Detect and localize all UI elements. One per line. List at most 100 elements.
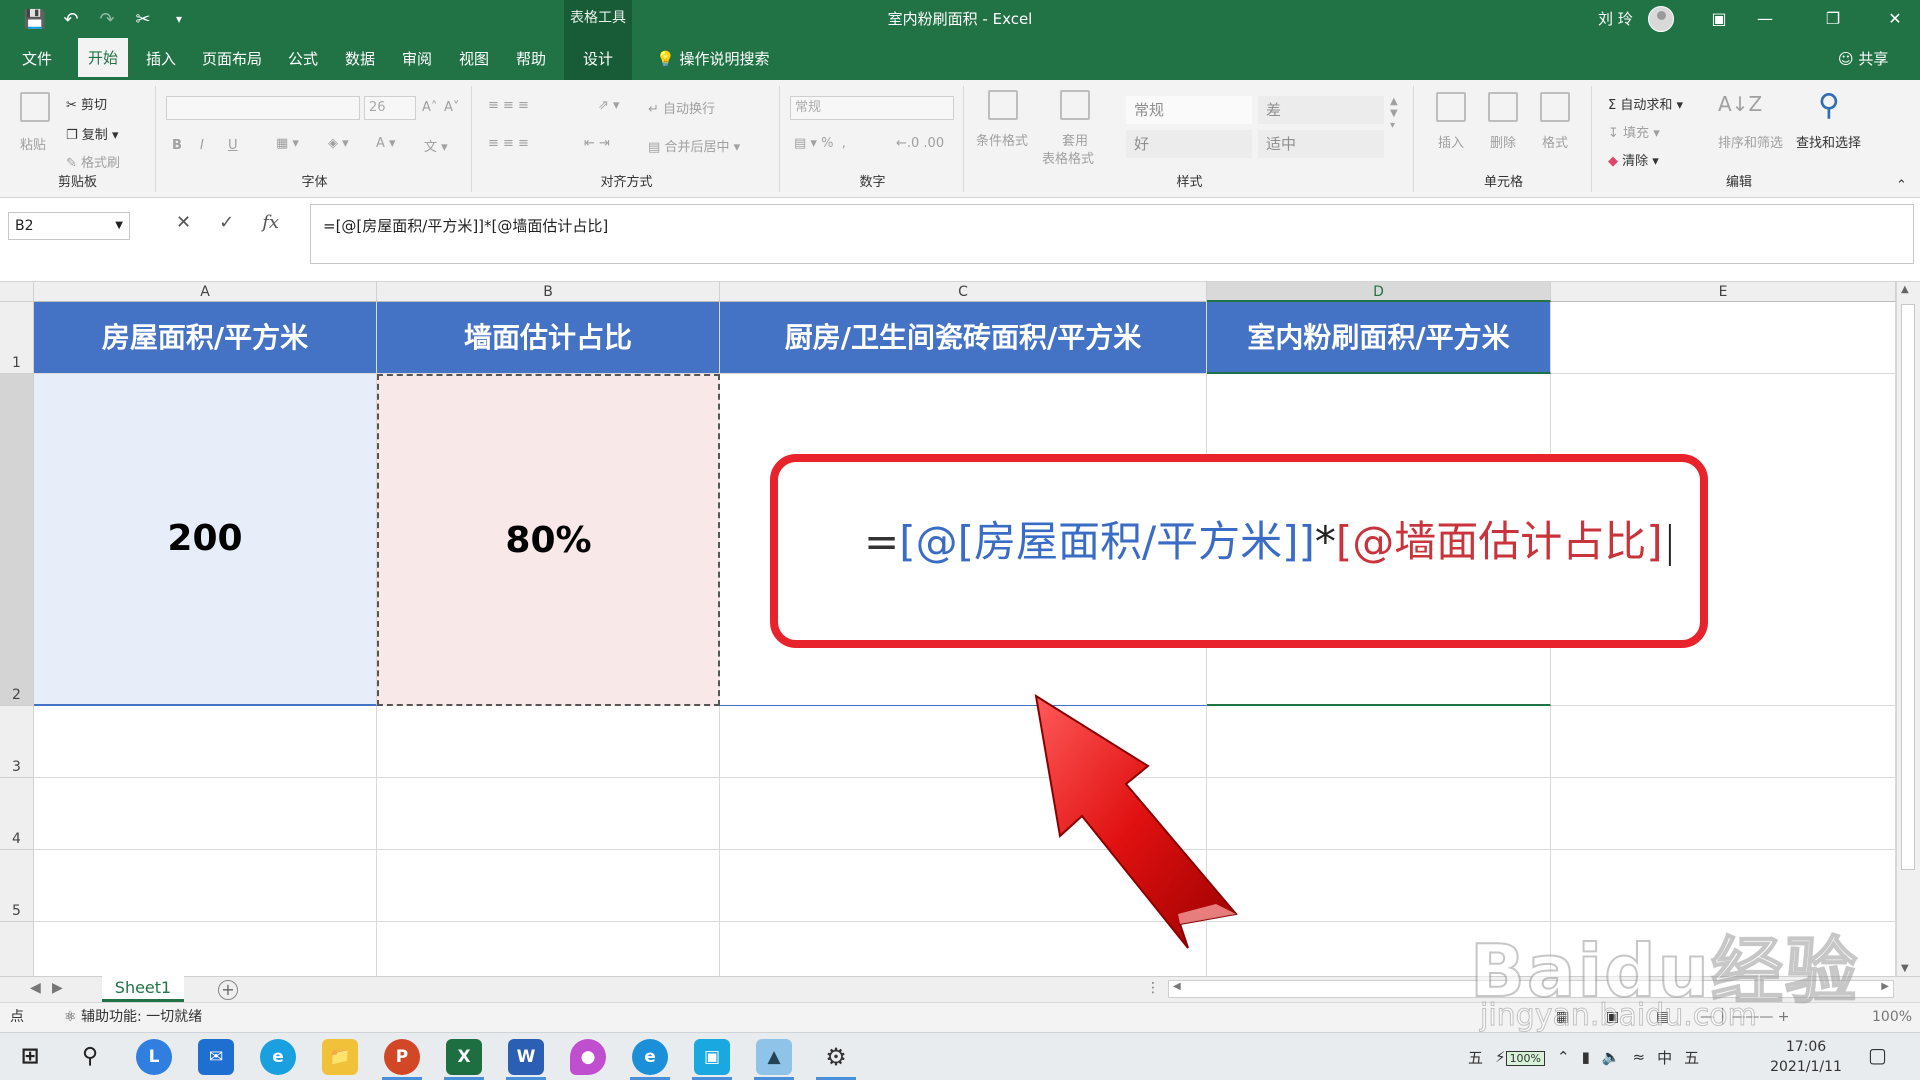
tab-home[interactable]: 开始 (78, 38, 129, 80)
sheet-prev-icon[interactable]: ◀ (30, 980, 41, 996)
style-neutral[interactable]: 适中 (1258, 130, 1384, 158)
font-size-select[interactable]: 26 (364, 96, 416, 120)
paste-button[interactable]: 粘贴 (20, 134, 46, 153)
scroll-thumb[interactable] (1901, 304, 1915, 870)
screenshot-tool-icon[interactable]: ▣ (694, 1039, 730, 1075)
tab-design[interactable]: 设计 (564, 38, 632, 80)
tab-page-layout[interactable]: 页面布局 (192, 38, 272, 80)
cell-b6[interactable] (377, 922, 720, 976)
autosum-button[interactable]: Σ 自动求和 ▾ (1608, 94, 1683, 113)
cell-b2[interactable]: 80% (377, 374, 720, 706)
increase-font-icon[interactable]: A˄ (422, 100, 437, 115)
ime-indicator[interactable]: 五 (1468, 1047, 1483, 1068)
column-header-e[interactable]: E (1551, 282, 1896, 302)
undo-icon[interactable]: ↶ (58, 9, 84, 30)
scroll-up-icon[interactable]: ▲ (1901, 284, 1909, 295)
cell-e1[interactable] (1551, 302, 1896, 374)
table-format-button-1[interactable]: 套用 (1062, 130, 1088, 149)
collapse-ribbon-icon[interactable]: ⌃ (1896, 178, 1907, 193)
cell-a5[interactable] (34, 850, 377, 922)
volume-icon[interactable]: 🔈 (1602, 1048, 1621, 1066)
orientation-icon[interactable]: ⇗ ▾ (598, 98, 620, 113)
search-icon[interactable]: ⚲ (72, 1039, 108, 1075)
italic-button[interactable]: I (200, 138, 204, 153)
cell-e6[interactable] (1551, 922, 1896, 976)
settings-gear-icon[interactable]: ⚙ (818, 1039, 854, 1075)
scroll-down-icon[interactable]: ▼ (1901, 963, 1909, 974)
zoom-slider[interactable]: — │ ——— + (1700, 1003, 1790, 1031)
formula-input[interactable]: =[@[房屋面积/平方米]]*[@墙面估计占比] (310, 204, 1914, 264)
delete-cells-button[interactable]: 删除 (1490, 132, 1516, 151)
cell-a6[interactable] (34, 922, 377, 976)
word-icon[interactable]: W (508, 1039, 544, 1075)
cell-e3[interactable] (1551, 706, 1896, 778)
cell-a3[interactable] (34, 706, 377, 778)
phonetic-icon[interactable]: 文 ▾ (424, 136, 448, 155)
cell-b5[interactable] (377, 850, 720, 922)
find-select-button[interactable]: 查找和选择 (1796, 132, 1861, 151)
insert-function-icon[interactable]: fx (262, 212, 279, 240)
cell-a4[interactable] (34, 778, 377, 850)
table-header-paint-area[interactable]: 室内粉刷面积/平方米 (1207, 302, 1551, 374)
cell-e5[interactable] (1551, 850, 1896, 922)
sheet-next-icon[interactable]: ▶ (52, 980, 63, 996)
merge-center-button[interactable]: ▤ 合并后居中 ▾ (648, 136, 740, 155)
number-format-select[interactable]: 常规 (790, 96, 954, 120)
tab-review[interactable]: 审阅 (392, 38, 442, 80)
font-name-select[interactable] (166, 96, 360, 120)
ribbon-display-icon[interactable]: ▣ (1696, 0, 1742, 38)
row-header-1[interactable]: 1 (0, 302, 34, 374)
tab-formulas[interactable]: 公式 (278, 38, 328, 80)
table-header-wall-ratio[interactable]: 墙面估计占比 (377, 302, 720, 374)
notification-icon[interactable]: ▢ (1868, 1043, 1887, 1067)
redo-icon[interactable]: ↷ (94, 9, 120, 30)
cell-e4[interactable] (1551, 778, 1896, 850)
vertical-scrollbar[interactable]: ▲ ▼ (1896, 282, 1920, 976)
minimize-icon[interactable]: — (1742, 0, 1788, 38)
network-icon[interactable]: ≈ (1633, 1048, 1646, 1066)
row-header-3[interactable]: 3 (0, 706, 34, 778)
tab-data[interactable]: 数据 (335, 38, 385, 80)
row-header-4[interactable]: 4 (0, 778, 34, 850)
sort-filter-button[interactable]: 排序和筛选 (1718, 132, 1783, 151)
conditional-format-button[interactable]: 条件格式 (976, 130, 1028, 149)
format-cells-button[interactable]: 格式 (1542, 132, 1568, 151)
tell-me-search[interactable]: 💡 操作说明搜索 (656, 38, 769, 80)
tab-file[interactable]: 文件 (12, 38, 62, 80)
cut-button[interactable]: ✂ 剪切 (66, 94, 107, 113)
column-header-a[interactable]: A (34, 282, 377, 302)
battery-status-icon[interactable]: ▮ (1582, 1048, 1590, 1066)
user-name[interactable]: 刘 玲 (1598, 0, 1633, 38)
clock[interactable]: 17:06 2021/1/11 (1766, 1037, 1846, 1077)
maximize-icon[interactable]: ❐ (1810, 0, 1856, 38)
cell-b3[interactable] (377, 706, 720, 778)
powerpoint-icon[interactable]: P (384, 1039, 420, 1075)
column-header-d[interactable]: D (1207, 282, 1551, 302)
decimal-icon[interactable]: ←.0 .00 (896, 136, 944, 151)
row-header-6[interactable] (0, 922, 34, 976)
select-all-corner[interactable] (0, 282, 34, 302)
ie-browser-icon[interactable]: e (260, 1039, 296, 1075)
tab-view[interactable]: 视图 (449, 38, 499, 80)
accessibility-status[interactable]: ⚛ 辅助功能: 一切就绪 (64, 1003, 202, 1031)
windows-start-icon[interactable]: ⊞ (12, 1039, 48, 1075)
language-indicator[interactable]: 中 (1657, 1047, 1672, 1068)
cell-a2[interactable]: 200 (34, 374, 377, 706)
wrap-text-button[interactable]: ↵ 自动换行 (648, 98, 715, 117)
style-normal[interactable]: 常规 (1126, 96, 1252, 124)
row-header-5[interactable]: 5 (0, 850, 34, 922)
borders-icon[interactable]: ▦ ▾ (276, 136, 299, 151)
fill-color-icon[interactable]: ◈ ▾ (328, 136, 349, 151)
view-normal-icon[interactable]: ▦ (1556, 1003, 1569, 1031)
styles-scroll-icon[interactable]: ▲ ▼ ▾ (1390, 96, 1398, 132)
insert-cells-button[interactable]: 插入 (1438, 132, 1464, 151)
zoom-level[interactable]: 100% (1872, 1003, 1912, 1031)
style-bad[interactable]: 差 (1258, 96, 1384, 124)
excel-icon[interactable]: X (446, 1039, 482, 1075)
tab-insert[interactable]: 插入 (136, 38, 186, 80)
decrease-font-icon[interactable]: A˅ (444, 100, 459, 115)
add-sheet-icon[interactable]: + (218, 980, 238, 1000)
battery-icon[interactable]: ⚡ 100% (1495, 1048, 1546, 1066)
horizontal-scrollbar[interactable]: ◀ ▶ (1168, 980, 1894, 998)
column-header-b[interactable]: B (377, 282, 720, 302)
